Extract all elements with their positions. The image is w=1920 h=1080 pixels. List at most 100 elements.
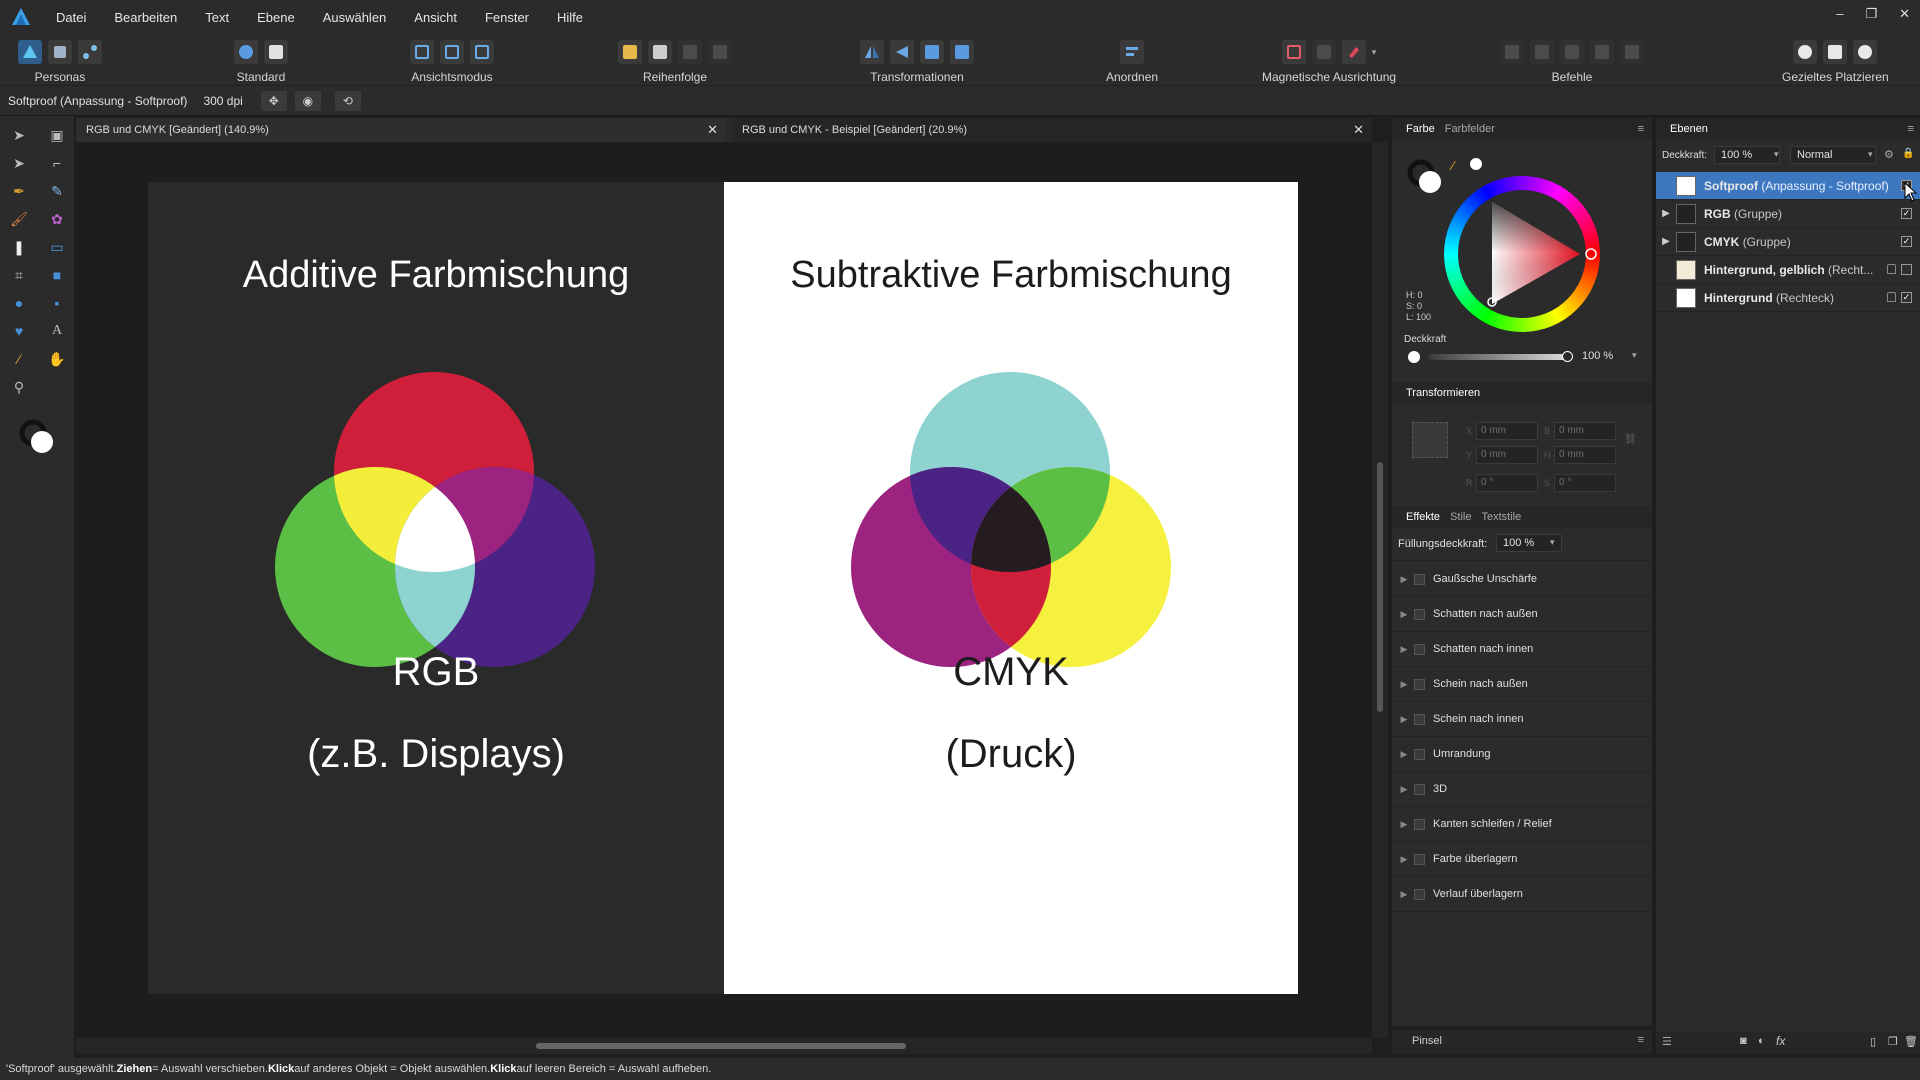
menu-text[interactable]: Text — [205, 10, 229, 25]
assistant-icon[interactable] — [234, 40, 258, 64]
checkbox[interactable] — [1414, 888, 1425, 900]
command-1-icon[interactable] — [1500, 40, 1524, 64]
order-back-icon[interactable] — [618, 40, 642, 64]
view-mode-3-icon[interactable] — [470, 40, 494, 64]
checkbox[interactable] — [1414, 853, 1425, 865]
close-window-icon[interactable]: ✕ — [1899, 6, 1910, 22]
corner-tool-icon[interactable]: ⌐ — [46, 152, 68, 174]
tab-document-2[interactable]: RGB und CMYK - Beispiel [Geändert] (20.9… — [732, 118, 1372, 142]
x-field[interactable]: 0 mm — [1476, 422, 1538, 440]
magnet-icon[interactable] — [1341, 40, 1366, 64]
preferences-icon[interactable] — [264, 40, 288, 64]
fx-inner-shadow[interactable]: ▶ Schatten nach innen — [1392, 632, 1652, 667]
order-backward-icon[interactable] — [648, 40, 672, 64]
fx-outer-shadow[interactable]: ▶ Schatten nach außen — [1392, 597, 1652, 632]
fx-inner-glow[interactable]: ▶ Schein nach innen — [1392, 702, 1652, 737]
designer-persona-icon[interactable] — [18, 40, 42, 64]
layer-rgb[interactable]: ▶ RGB (Gruppe) ✓ — [1656, 200, 1920, 228]
snapping-grid-icon[interactable] — [1281, 40, 1306, 64]
menu-ebene[interactable]: Ebene — [257, 10, 295, 25]
checkbox[interactable] — [1414, 573, 1425, 585]
command-5-icon[interactable] — [1620, 40, 1644, 64]
tab-document-1[interactable]: RGB und CMYK [Geändert] (140.9%) ✕ — [76, 118, 726, 142]
tab-transformieren[interactable]: Transformieren — [1406, 387, 1480, 399]
checkbox[interactable] — [1414, 678, 1425, 690]
adjustment-icon[interactable]: ◐ — [1758, 1035, 1765, 1047]
flip-vertical-icon[interactable] — [890, 40, 914, 64]
command-4-icon[interactable] — [1590, 40, 1614, 64]
layer-lock-icon[interactable] — [1887, 264, 1896, 274]
tab-stile[interactable]: Stile — [1450, 511, 1471, 523]
heart-tool-icon[interactable]: ♥ — [8, 320, 30, 342]
close-tab-2-icon[interactable]: ✕ — [1353, 122, 1364, 138]
layer-cmyk[interactable]: ▶ CMYK (Gruppe) ✓ — [1656, 228, 1920, 256]
opacity-value[interactable]: 100 % — [1582, 350, 1613, 362]
insert-behind-icon[interactable] — [1793, 40, 1818, 64]
opacity-slider[interactable] — [1428, 351, 1573, 362]
blend-mode-select[interactable]: Normal — [1790, 146, 1876, 164]
expand-icon[interactable]: ▶ — [1394, 574, 1414, 585]
rotate-right-icon[interactable] — [950, 40, 974, 64]
checkbox[interactable] — [1414, 608, 1425, 620]
flip-horizontal-icon[interactable] — [860, 40, 884, 64]
align-icon[interactable] — [1120, 40, 1145, 64]
anchor-selector[interactable] — [1412, 422, 1448, 458]
fx-3d[interactable]: ▶ 3D — [1392, 772, 1652, 807]
hand-tool-icon[interactable]: ✋ — [46, 348, 68, 370]
expand-icon[interactable]: ▶ — [1394, 679, 1414, 690]
fill-opacity-dropdown-icon[interactable]: ▾ — [1550, 537, 1555, 548]
link-icon[interactable]: ⛓ — [1624, 434, 1637, 445]
fx-color-overlay[interactable]: ▶ Farbe überlagern — [1392, 842, 1652, 877]
menu-ansicht[interactable]: Ansicht — [414, 10, 457, 25]
expand-icon[interactable]: ▶ — [1394, 609, 1414, 620]
rotate-left-icon[interactable] — [920, 40, 944, 64]
menu-auswaehlen[interactable]: Auswählen — [323, 10, 387, 25]
fx-bevel-emboss[interactable]: ▶ Kanten schleifen / Relief — [1392, 807, 1652, 842]
fill-tool-icon[interactable]: ❚ — [8, 236, 30, 258]
pixel-persona-icon[interactable] — [48, 40, 72, 64]
layer-stack-icon[interactable]: ☰ — [1662, 1035, 1672, 1048]
fx-icon[interactable]: fx — [1776, 1034, 1785, 1048]
expand-icon[interactable]: ▶ — [1394, 854, 1414, 865]
fx-outline[interactable]: ▶ Umrandung — [1392, 737, 1652, 772]
menu-bearbeiten[interactable]: Bearbeiten — [114, 10, 177, 25]
visibility-checkbox[interactable]: ✓ — [1901, 236, 1912, 247]
expand-icon[interactable]: ▶ — [1394, 714, 1414, 725]
tab-farbfelder[interactable]: Farbfelder — [1445, 123, 1495, 135]
minimize-icon[interactable]: – — [1836, 6, 1843, 22]
pencil-tool-icon[interactable]: ✎ — [46, 180, 68, 202]
color-wheel[interactable] — [1444, 176, 1600, 332]
color-picker-tool-icon[interactable]: ✿ — [46, 208, 68, 230]
expand-icon[interactable]: ▶ — [1394, 749, 1414, 760]
rotation-field[interactable]: 0 ° — [1476, 474, 1538, 492]
artboard-rgb[interactable]: Additive Farbmischung RGB (z.B. Displays… — [148, 182, 724, 994]
artboard-cmyk[interactable]: Subtraktive Farbmischung CMYK (Druck) — [724, 182, 1298, 994]
move-icon[interactable]: ✥ — [260, 90, 287, 111]
expand-icon[interactable]: ▶ — [1394, 784, 1414, 795]
settings-gear-icon[interactable]: ⚙ — [1884, 148, 1894, 161]
vertical-scrollbar[interactable] — [1372, 142, 1388, 1038]
view-mode-1-icon[interactable] — [410, 40, 434, 64]
brush-tool-icon[interactable]: 🖌 — [8, 208, 30, 230]
insert-top-icon[interactable] — [1823, 40, 1848, 64]
order-front-icon[interactable] — [708, 40, 732, 64]
insert-inside-icon[interactable] — [1853, 40, 1878, 64]
tab-ebenen[interactable]: Ebenen — [1670, 123, 1708, 135]
eyedropper-tool-icon[interactable]: ⁄ — [8, 348, 30, 370]
pen-tool-icon[interactable]: ✒ — [8, 180, 30, 202]
layer-softproof[interactable]: Softproof (Anpassung - Softproof) ✓ — [1656, 172, 1920, 200]
layer-hintergrund-gelblich[interactable]: Hintergrund, gelblich (Recht... — [1656, 256, 1920, 284]
menu-hilfe[interactable]: Hilfe — [557, 10, 583, 25]
node-tool-icon[interactable]: ➤ — [8, 152, 30, 174]
visibility-checkbox[interactable]: ✓ — [1901, 292, 1912, 303]
text-tool-icon[interactable]: A — [46, 320, 68, 342]
snapping-dropdown-icon[interactable]: ▾ — [1372, 47, 1377, 58]
zoom-tool-icon[interactable]: ⚲ — [8, 376, 30, 398]
artboard-tool-icon[interactable]: ▣ — [46, 124, 68, 146]
command-3-icon[interactable] — [1560, 40, 1584, 64]
checkbox[interactable] — [1414, 783, 1425, 795]
add-layer-icon[interactable]: ▯ — [1870, 1035, 1876, 1048]
command-2-icon[interactable] — [1530, 40, 1554, 64]
y-field[interactable]: 0 mm — [1476, 446, 1538, 464]
fx-gradient-overlay[interactable]: ▶ Verlauf überlagern — [1392, 877, 1652, 912]
